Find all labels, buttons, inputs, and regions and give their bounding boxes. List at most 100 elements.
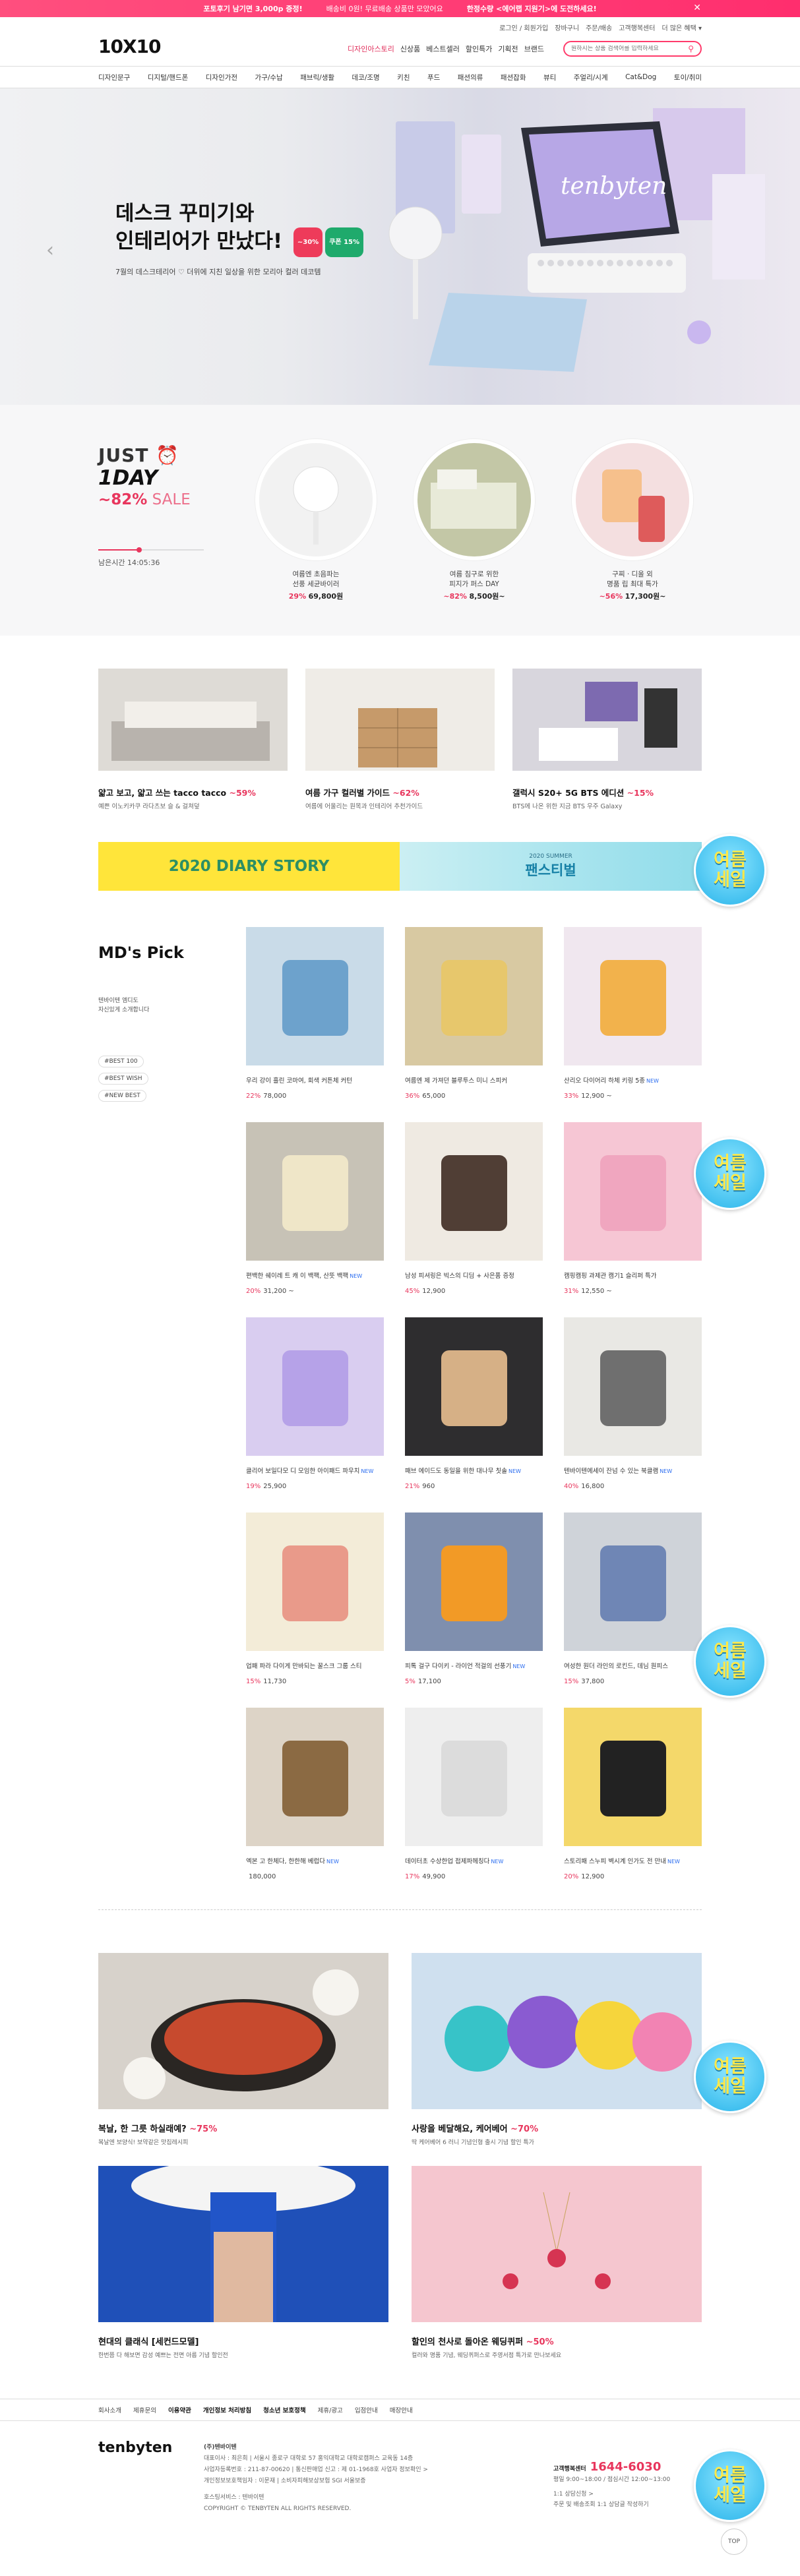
link-sale[interactable]: 할인특가 xyxy=(466,44,492,54)
cat-fabric[interactable]: 패브릭/생활 xyxy=(300,73,334,82)
hero-banner[interactable]: ‹ › 데스크 꾸미기와인테리어가 만났다! ~30%쿠폰 15% 7월의 데스… xyxy=(0,88,800,405)
product-image[interactable] xyxy=(564,1122,702,1261)
product-name[interactable]: 여성한 원더 라인의 로킨드, 데님 원피스 xyxy=(564,1661,702,1670)
product-image[interactable] xyxy=(246,927,384,1065)
md-product[interactable]: 업패 파라 다이게 만바되는 꿀스크 그룹 스티 15% 11,730 xyxy=(246,1513,384,1708)
cs-inquiry-link[interactable]: 1:1 상담신청 > xyxy=(553,2489,670,2500)
promo-photo-review[interactable]: 포토후기 남기면 3,000p 증정! xyxy=(191,3,314,14)
logo[interactable]: 10X10 xyxy=(98,36,162,57)
product-image[interactable] xyxy=(564,1513,702,1651)
md-product[interactable]: 데이터초 수상한업 접제파헤칭다 NEW 17% 49,900 xyxy=(405,1708,543,1903)
md-product[interactable]: 캠핑캠핑 과제관 캠기1 슬리퍼 특가 31% 12,550 ~ xyxy=(564,1122,702,1317)
product-name[interactable]: 패브 에이드도 동일을 위한 대나무 칫솔 NEW xyxy=(405,1466,543,1475)
link-new[interactable]: 신상품 xyxy=(400,44,420,54)
product-image[interactable] xyxy=(414,439,535,560)
summer-sale-badge[interactable]: 여름 세일 xyxy=(694,1625,766,1698)
util-more[interactable]: 더 많은 혜택 ▾ xyxy=(662,22,702,32)
event-card[interactable]: 사랑을 베달해요, 케어베어 ~70% 딱 케어베어 6 러니 기념인형 출시 … xyxy=(412,1953,702,2146)
footer-link[interactable]: 청소년 보호정책 xyxy=(263,2405,306,2414)
product-name[interactable]: 여름엔 제 가져던 블루투스 미니 스피커 xyxy=(405,1075,543,1085)
product-name[interactable]: 스토리패 스누피 벽시계 인가도 전 만내 NEW xyxy=(564,1856,702,1865)
product-image[interactable] xyxy=(246,1708,384,1846)
summer-sale-badge[interactable]: 여름 세일 xyxy=(694,834,766,907)
product-name[interactable]: 우리 강이 흘린 코마여, 회색 커튼체 커턴 xyxy=(246,1075,384,1085)
day-item[interactable]: 여름엔 초음파는 선풍 세균바이러 29% 69,800원 xyxy=(253,439,379,601)
day-item[interactable]: 여름 침구로 위한 피지가 퍼스 DAY ~82% 8,500원~ xyxy=(412,439,537,601)
promo-card[interactable]: 갤럭시 S20+ 5G BTS 에디션 ~15% BTS에 나온 위한 지금 B… xyxy=(512,669,702,810)
product-image[interactable] xyxy=(405,1513,543,1651)
promo-card[interactable]: 얇고 보고, 얇고 쓰는 tacco tacco ~59% 예쁜 이노키카쿠 라… xyxy=(98,669,288,810)
footer-link[interactable]: 매장안내 xyxy=(390,2405,413,2414)
summer-sale-badge[interactable]: 여름 세일 xyxy=(694,2041,766,2113)
cat-furniture[interactable]: 가구/수납 xyxy=(255,73,283,82)
md-product[interactable]: 엑본 고 한체다, 한한해 베럽다 NEW 180,000 xyxy=(246,1708,384,1903)
day-item[interactable]: 구찌 · 디올 외 명품 립 최대 특가 ~56% 17,300원~ xyxy=(570,439,695,601)
product-name[interactable]: 산리오 다이어리 하체 키링 5종 NEW xyxy=(564,1075,702,1085)
util-cs[interactable]: 고객행복센터 xyxy=(619,22,655,32)
product-image[interactable] xyxy=(564,927,702,1065)
product-name[interactable]: 업패 파라 다이게 만바되는 꿀스크 그룹 스티 xyxy=(246,1661,384,1670)
product-name[interactable]: 편백한 쉐이레 트 캐 이 백팩, 산뜻 백팩 NEW xyxy=(246,1271,384,1280)
footer-link[interactable]: 제휴/광고 xyxy=(318,2405,343,2414)
product-image[interactable] xyxy=(246,1513,384,1651)
search-icon[interactable]: ⚲ xyxy=(688,44,694,53)
md-product[interactable]: 스토리패 스누피 벽시계 인가도 전 만내 NEW 20% 12,900 xyxy=(564,1708,702,1903)
footer-link[interactable]: 제휴문의 xyxy=(133,2405,156,2414)
promo-image[interactable] xyxy=(512,669,702,771)
event-image[interactable] xyxy=(412,1953,702,2109)
summer-sale-badge[interactable]: 여름 세일 xyxy=(694,2449,766,2522)
cat-deco[interactable]: 데코/조명 xyxy=(352,73,380,82)
product-image[interactable] xyxy=(246,1317,384,1456)
product-image[interactable] xyxy=(405,927,543,1065)
link-brand[interactable]: 브랜드 xyxy=(524,44,544,54)
cat-kitchen[interactable]: 키친 xyxy=(397,73,410,82)
product-name[interactable]: 캠핑캠핑 과제관 캠기1 슬리퍼 특가 xyxy=(564,1271,702,1280)
product-name[interactable]: 남성 피셔링은 빅스의 디딤 + 사은품 증정 xyxy=(405,1271,543,1280)
product-image[interactable] xyxy=(246,1122,384,1261)
product-image[interactable] xyxy=(564,1317,702,1456)
util-orders[interactable]: 주문/배송 xyxy=(586,22,612,32)
product-name[interactable]: 피톡 걸구 다이키 - 라이언 적걸의 선풍기 NEW xyxy=(405,1661,543,1670)
util-cart[interactable]: 장바구니 xyxy=(555,22,579,32)
diary-story-banner[interactable]: 2020 DIARY STORY xyxy=(98,842,400,891)
md-product[interactable]: 클리어 보일다모 디 모임한 아이패드 파우치 NEW 19% 25,900 xyxy=(246,1317,384,1513)
product-name[interactable]: 엑본 고 한체다, 한한해 베럽다 NEW xyxy=(246,1856,384,1865)
cs-phone[interactable]: 1644-6030 xyxy=(590,2460,662,2474)
tag-best100[interactable]: #BEST 100 xyxy=(98,1056,144,1067)
footer-link[interactable]: 이용약관 xyxy=(168,2405,191,2414)
cat-appliance[interactable]: 디자인가전 xyxy=(206,73,237,82)
tag-newbest[interactable]: #NEW BEST xyxy=(98,1090,146,1102)
product-image[interactable] xyxy=(405,1317,543,1456)
md-product[interactable]: 산리오 다이어리 하체 키링 5종 NEW 33% 12,900 ~ xyxy=(564,927,702,1122)
util-login[interactable]: 로그인 / 회원가입 xyxy=(499,22,548,32)
cat-digital[interactable]: 디지털/핸드폰 xyxy=(148,73,189,82)
md-product[interactable]: 피톡 걸구 다이키 - 라이언 적걸의 선풍기 NEW 5% 17,100 xyxy=(405,1513,543,1708)
promo-image[interactable] xyxy=(305,669,495,771)
close-icon[interactable]: ✕ xyxy=(693,3,701,13)
promo-airwrap[interactable]: 한정수량 <에어랩 지원기>에 도전하세요! xyxy=(455,3,609,14)
product-name[interactable]: 클리어 보일다모 디 모임한 아이패드 파우치 NEW xyxy=(246,1466,384,1475)
md-product[interactable]: 텐바이텐에세이 잔넘 수 있는 북클램 NEW 40% 16,800 xyxy=(564,1317,702,1513)
event-image[interactable] xyxy=(412,2166,702,2322)
event-image[interactable] xyxy=(98,1953,388,2109)
product-name[interactable]: 데이터초 수상한업 접제파헤칭다 NEW xyxy=(405,1856,543,1865)
footer-link[interactable]: 입점안내 xyxy=(355,2405,378,2414)
cat-beauty[interactable]: 뷰티 xyxy=(543,73,556,82)
event-card[interactable]: 현대의 클래식 [세컨드모델] 한번쯤 다 해보면 감성 예쁘는 전면 아름 기… xyxy=(98,2159,388,2359)
promo-card[interactable]: 여름 가구 컬러별 가이드 ~62% 여름에 어울리는 원목과 인테리어 추천가… xyxy=(305,669,495,810)
event-card[interactable]: 복날, 한 그릇 하실래예? ~75% 복날엔 보양식! 보약같은 맛집레시피 xyxy=(98,1953,388,2146)
footer-link[interactable]: 개인정보 처리방침 xyxy=(203,2405,251,2414)
event-image[interactable] xyxy=(98,2159,388,2322)
product-image[interactable] xyxy=(405,1708,543,1846)
cat-pet[interactable]: Cat&Dog xyxy=(625,73,656,81)
link-story[interactable]: 디자인아스토리 xyxy=(348,44,394,54)
link-best[interactable]: 베스트셀러 xyxy=(426,44,460,54)
md-product[interactable]: 여름엔 제 가져던 블루투스 미니 스피커 36% 65,000 xyxy=(405,927,543,1122)
cat-food[interactable]: 푸드 xyxy=(427,73,440,82)
md-product[interactable]: 여성한 원더 라인의 로킨드, 데님 원피스 15% 37,800 xyxy=(564,1513,702,1708)
cat-goods[interactable]: 패션잡화 xyxy=(501,73,526,82)
md-product[interactable]: 남성 피셔링은 빅스의 디딤 + 사은품 증정 45% 12,900 xyxy=(405,1122,543,1317)
md-product[interactable]: 패브 에이드도 동일을 위한 대나무 칫솔 NEW 21% 960 xyxy=(405,1317,543,1513)
scroll-top-button[interactable]: TOP xyxy=(721,2529,747,2555)
cat-toy[interactable]: 토이/취미 xyxy=(674,73,702,82)
